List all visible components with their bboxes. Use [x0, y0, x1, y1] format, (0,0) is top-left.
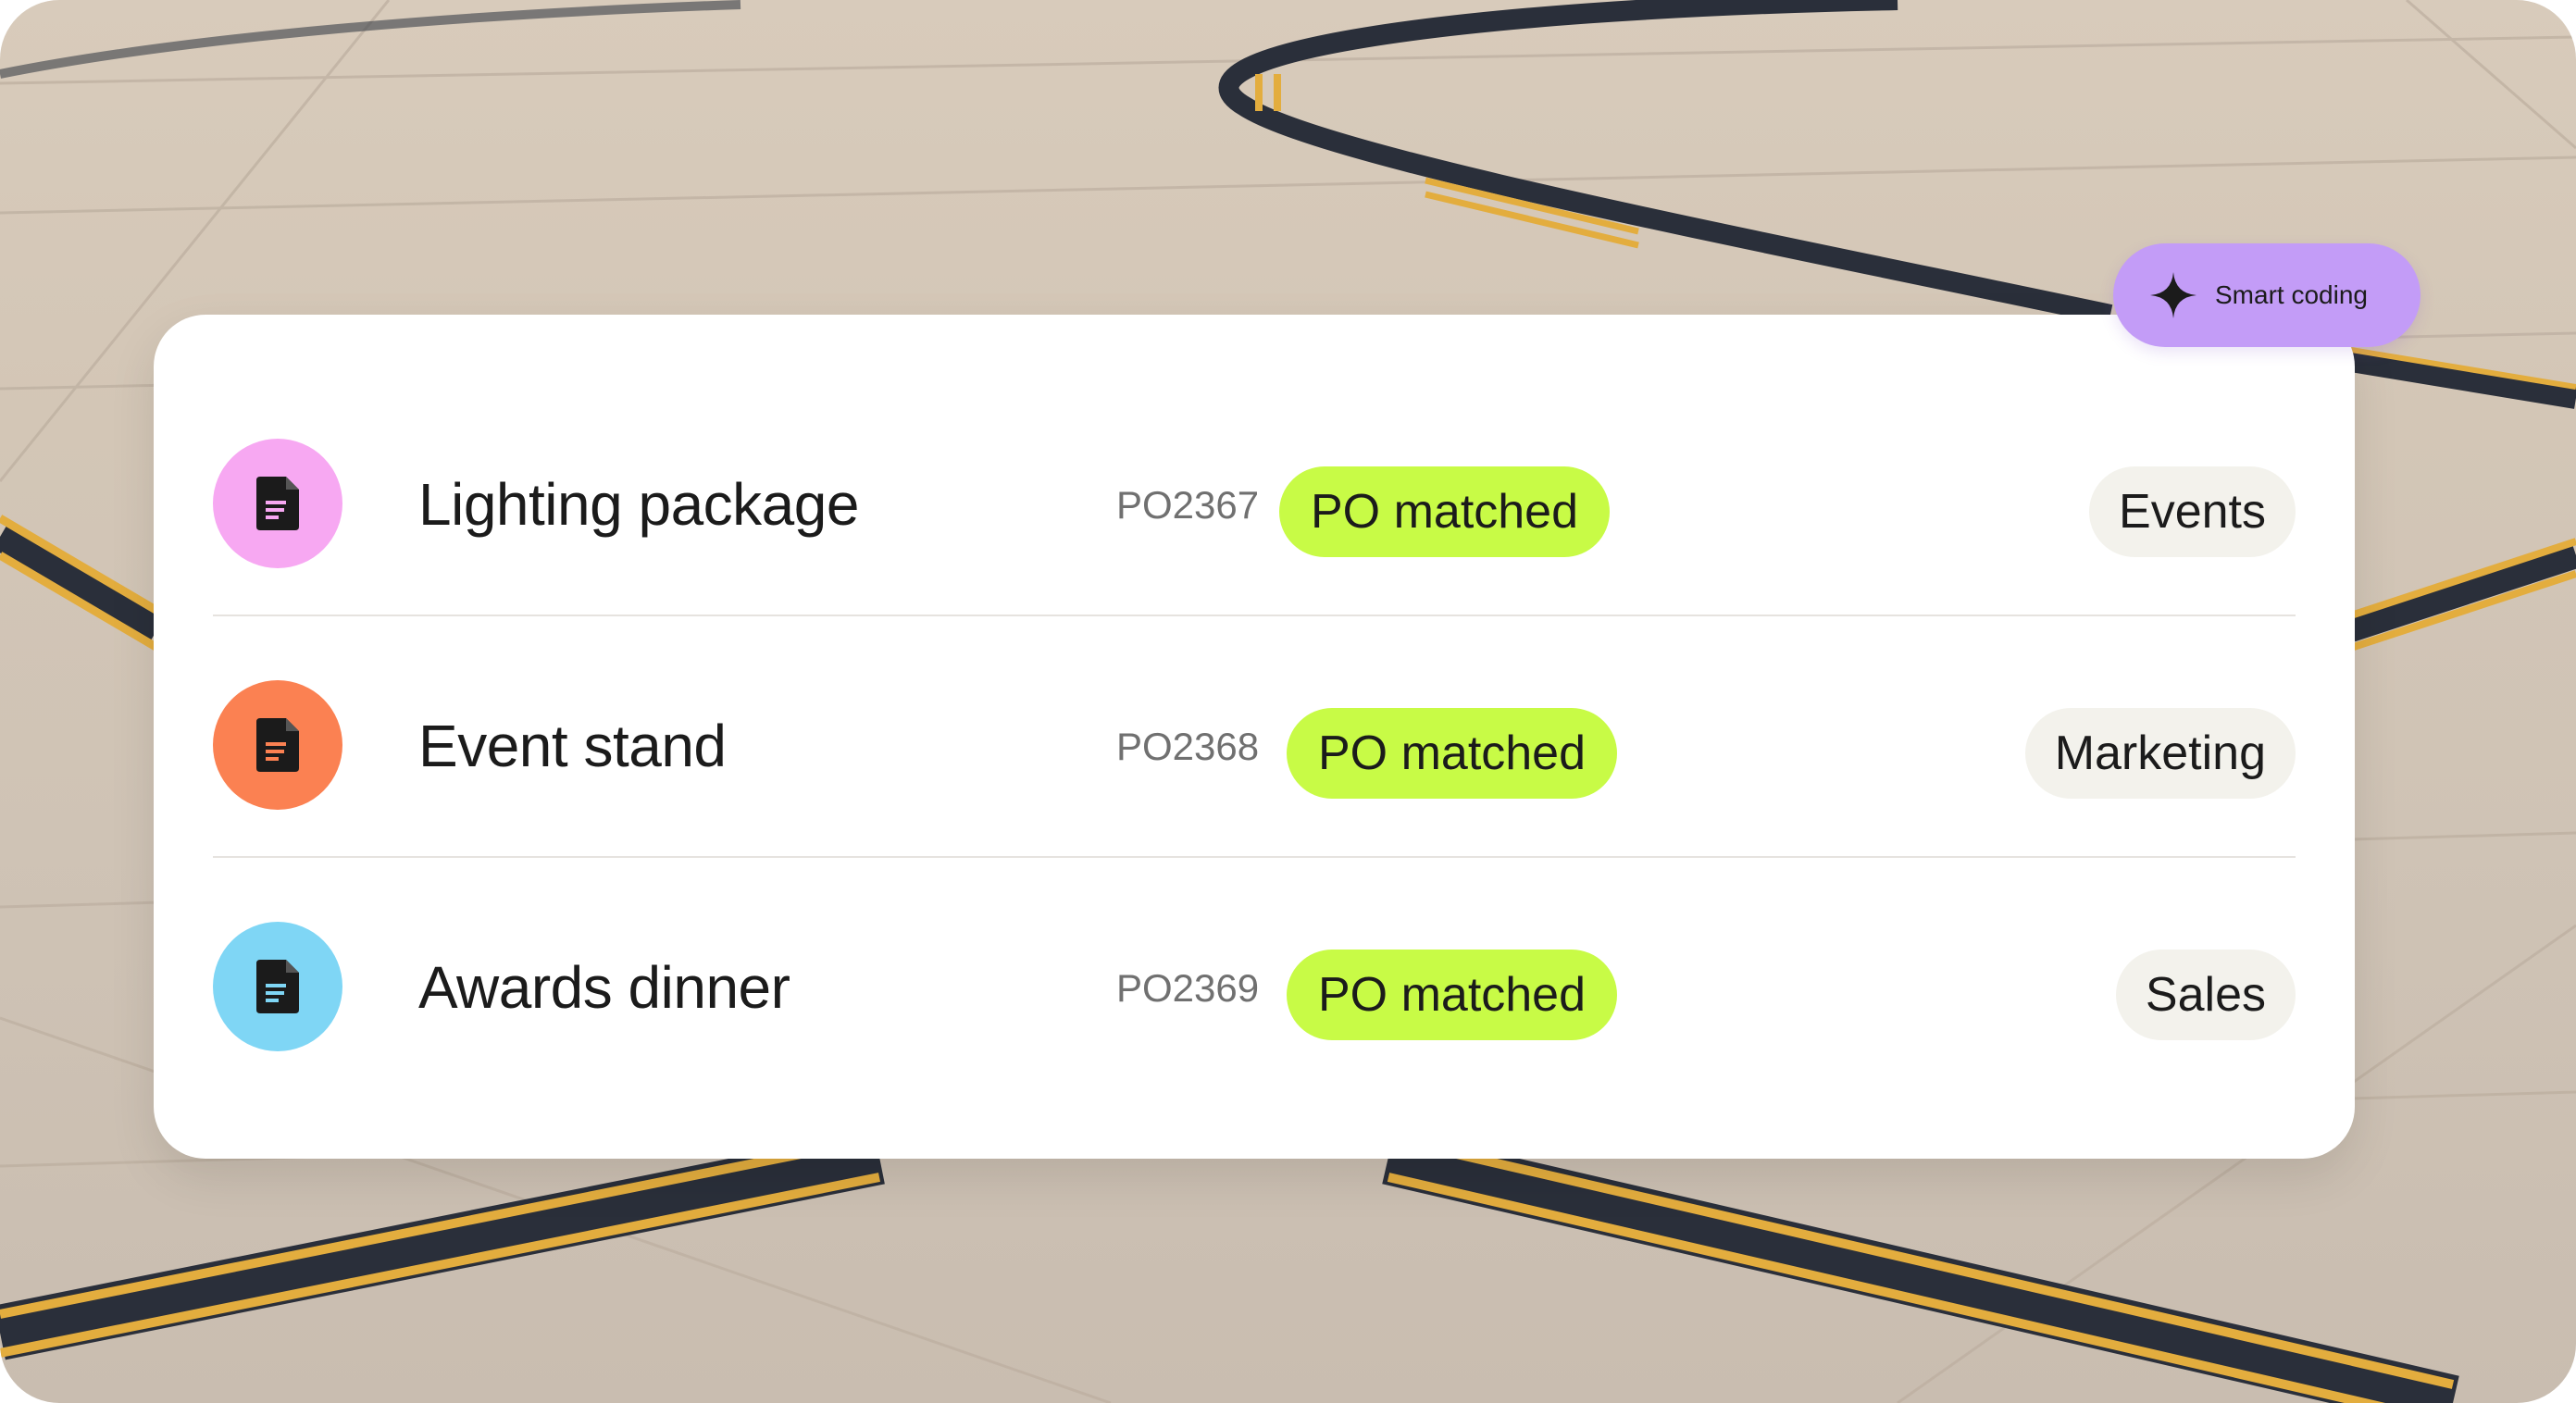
document-icon-badge [213, 680, 342, 810]
status-badge: PO matched [1287, 708, 1618, 799]
po-number: PO2369 [1116, 966, 1260, 1010]
list-item[interactable]: Lighting package PO2367 PO matched Event… [213, 385, 2296, 626]
row-divider [213, 856, 2296, 858]
item-title: Awards dinner [418, 954, 790, 1021]
list-item[interactable]: Event stand PO2368 PO matched Marketing [213, 627, 2296, 867]
category-tag[interactable]: Events [2089, 466, 2296, 557]
smart-coding-label: Smart coding [2215, 280, 2368, 309]
po-number: PO2368 [1116, 725, 1260, 768]
document-icon-badge [213, 439, 342, 568]
item-title: Event stand [418, 713, 727, 779]
purchase-order-list-card: Lighting package PO2367 PO matched Event… [154, 315, 2355, 1159]
sparkle-icon [2150, 272, 2196, 318]
list-item[interactable]: Awards dinner PO2369 PO matched Sales [213, 868, 2296, 1109]
document-icon [256, 477, 299, 530]
item-title: Lighting package [418, 471, 859, 538]
document-icon-badge [213, 922, 342, 1051]
smart-coding-button[interactable]: Smart coding [2113, 243, 2420, 347]
document-icon [256, 718, 299, 772]
po-number: PO2367 [1116, 483, 1260, 527]
status-badge: PO matched [1287, 950, 1618, 1040]
document-icon [256, 960, 299, 1013]
category-tag[interactable]: Marketing [2024, 708, 2296, 799]
category-tag[interactable]: Sales [2115, 950, 2296, 1040]
status-badge: PO matched [1279, 466, 1611, 557]
background-scene: Lighting package PO2367 PO matched Event… [0, 0, 2576, 1403]
row-divider [213, 615, 2296, 616]
